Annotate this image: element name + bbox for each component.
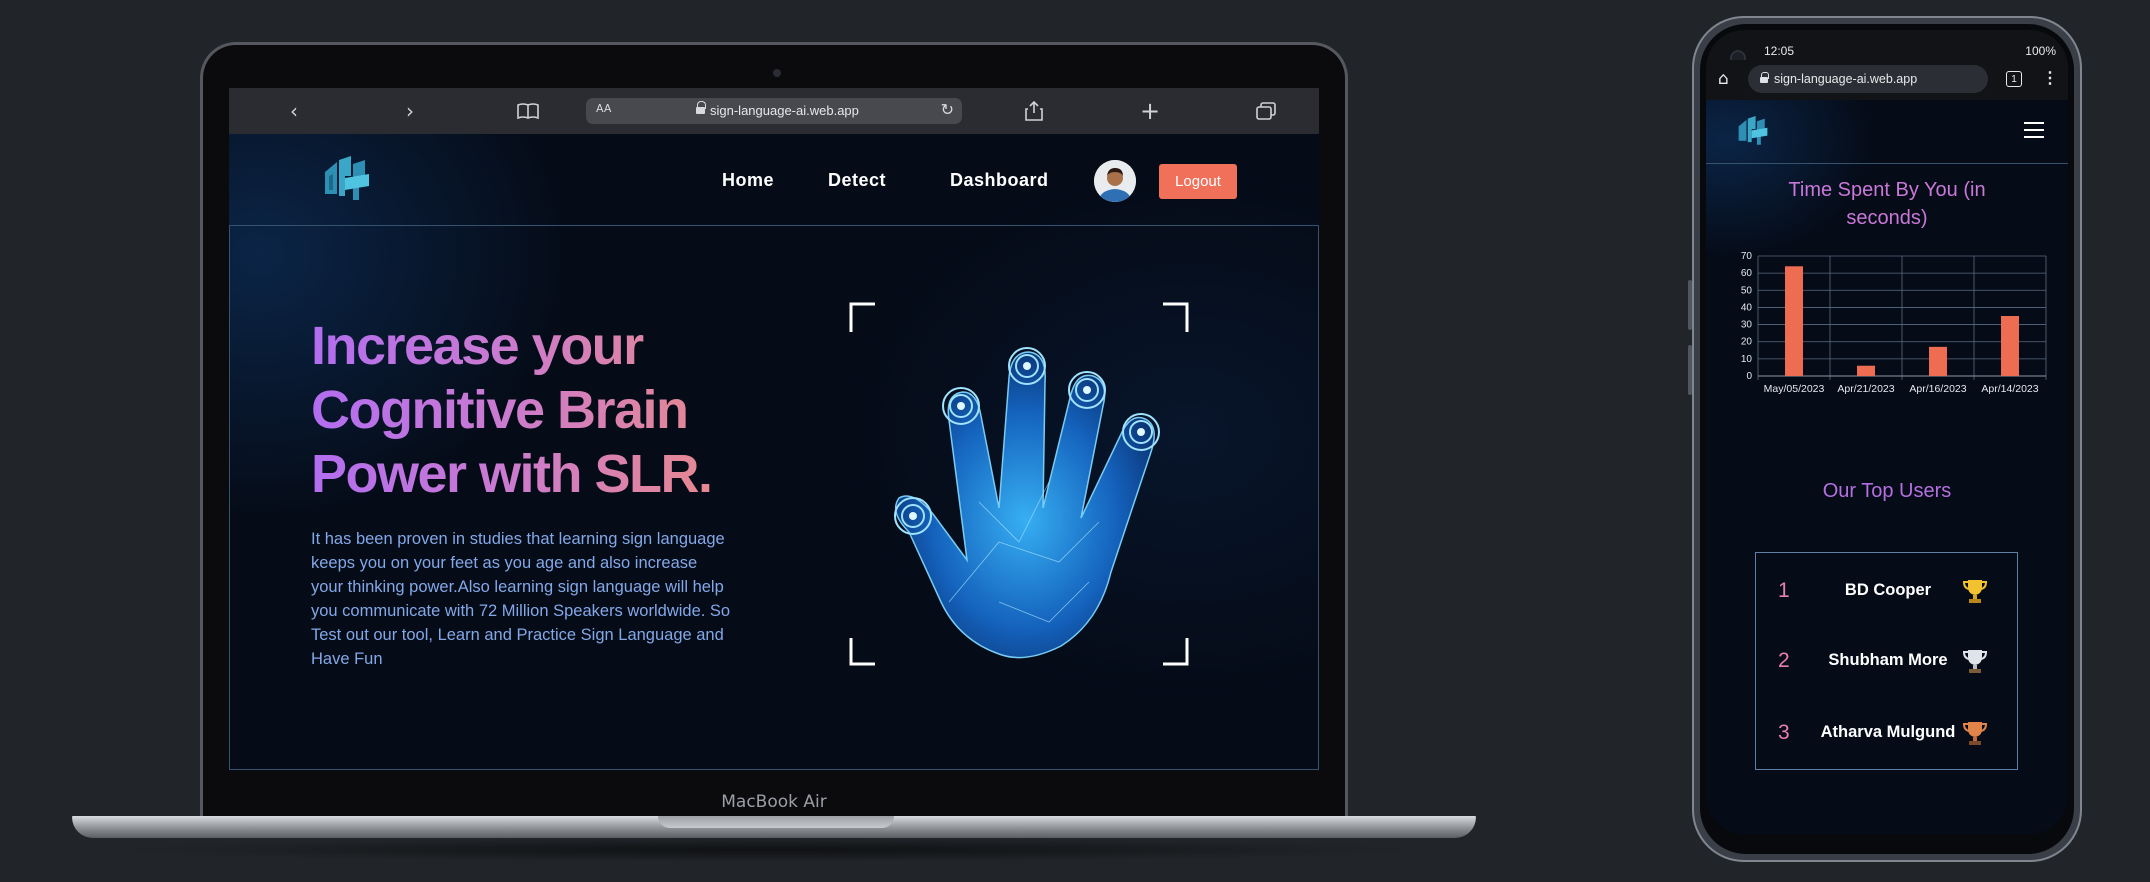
nav-detect[interactable]: Detect bbox=[828, 170, 886, 191]
laptop-shadow bbox=[110, 838, 1430, 862]
y-tick-label: 20 bbox=[1741, 337, 1753, 348]
leaderboard: 1 BD Cooper 2 Shubham More 3 Atharva Mul… bbox=[1755, 552, 2018, 770]
hero-description: It has been proven in studies that learn… bbox=[311, 530, 731, 668]
chart-title: Time Spent By You (in seconds) bbox=[1788, 179, 1986, 229]
lock-icon bbox=[696, 101, 706, 115]
mobile-browser-bar: ⌂ sign-language-ai.web.app 1 ⋮ bbox=[1706, 60, 2068, 100]
status-bar: 12:05 100% bbox=[1706, 30, 2068, 66]
chart-bar bbox=[1929, 346, 1947, 376]
hand-scan-illustration bbox=[849, 302, 1189, 666]
nav-home[interactable]: Home bbox=[722, 170, 774, 191]
y-tick-label: 30 bbox=[1741, 320, 1753, 331]
mockup-stage: ‹ › AA sign-language-ai.web.app ↻ + Home… bbox=[0, 0, 2150, 882]
mobile-site-header bbox=[1706, 100, 2068, 164]
top-users-title: Our Top Users bbox=[1822, 480, 1952, 502]
slr-logo-icon[interactable] bbox=[1736, 114, 1770, 148]
website-mobile: Time Spent By You (in seconds) 0 10 20 30 40… bbox=[1706, 100, 2068, 834]
tab-count-button[interactable]: 1 bbox=[2006, 71, 2022, 87]
laptop-model-label: MacBook Air bbox=[721, 792, 827, 812]
y-tick-label: 60 bbox=[1741, 268, 1753, 279]
url-text: sign-language-ai.web.app bbox=[710, 103, 859, 118]
tabs-icon[interactable] bbox=[1251, 88, 1281, 134]
leaderboard-row: 1 BD Cooper bbox=[1756, 571, 2019, 611]
x-tick-label: May/05/2023 bbox=[1764, 383, 1825, 395]
text-size-button[interactable]: AA bbox=[596, 102, 611, 115]
x-tick-label: Apr/21/2023 bbox=[1837, 383, 1894, 395]
chart-bar bbox=[1785, 266, 1803, 376]
y-tick-label: 50 bbox=[1741, 285, 1753, 296]
share-icon[interactable] bbox=[1019, 88, 1049, 134]
bookmarks-icon[interactable] bbox=[513, 88, 543, 134]
hero-title: Increase your Cognitive Brain Power with… bbox=[311, 314, 771, 506]
more-menu-icon[interactable]: ⋮ bbox=[2042, 68, 2058, 88]
user-avatar[interactable] bbox=[1094, 160, 1136, 202]
chart-bar bbox=[2001, 316, 2019, 376]
bronze-trophy-icon bbox=[1962, 722, 1988, 745]
hamburger-menu-icon[interactable] bbox=[2024, 122, 2044, 140]
leaderboard-row: 3 Atharva Mulgund bbox=[1756, 713, 2019, 753]
new-tab-icon[interactable]: + bbox=[1135, 88, 1165, 134]
user-name: Atharva Mulgund bbox=[1820, 723, 1956, 741]
y-tick-label: 70 bbox=[1741, 251, 1753, 262]
user-rank: 2 bbox=[1778, 649, 1790, 672]
user-name: BD Cooper bbox=[1844, 581, 1932, 599]
lock-icon bbox=[1760, 72, 1769, 84]
silver-trophy-icon bbox=[1962, 650, 1988, 673]
user-rank: 3 bbox=[1778, 721, 1790, 744]
chart-bar bbox=[1857, 365, 1875, 376]
laptop-screen: ‹ › AA sign-language-ai.web.app ↻ + Home… bbox=[229, 88, 1319, 770]
website-desktop: Home Detect Dashboard Logout Increase yo… bbox=[229, 134, 1319, 770]
x-tick-label: Apr/16/2023 bbox=[1909, 383, 1966, 395]
laptop-camera bbox=[773, 69, 781, 77]
phone-screen: 12:05 100% ⌂ sign-language-ai.web.app 1 … bbox=[1706, 30, 2068, 834]
address-bar[interactable]: AA sign-language-ai.web.app ↻ bbox=[586, 98, 962, 124]
home-icon[interactable]: ⌂ bbox=[1718, 69, 1729, 89]
gold-trophy-icon bbox=[1962, 580, 1988, 603]
laptop-bezel: MacBook Air bbox=[229, 788, 1319, 816]
slr-logo-icon[interactable] bbox=[321, 154, 373, 204]
forward-icon[interactable]: › bbox=[395, 88, 425, 134]
back-icon[interactable]: ‹ bbox=[279, 88, 309, 134]
mobile-url-text: sign-language-ai.web.app bbox=[1774, 72, 1918, 86]
leaderboard-row: 2 Shubham More bbox=[1756, 641, 2019, 681]
x-tick-label: Apr/14/2023 bbox=[1981, 383, 2038, 395]
safari-toolbar: ‹ › AA sign-language-ai.web.app ↻ + bbox=[229, 88, 1319, 134]
y-tick-label: 0 bbox=[1746, 371, 1752, 382]
nav-dashboard[interactable]: Dashboard bbox=[950, 170, 1049, 191]
user-name: Shubham More bbox=[1828, 651, 1948, 669]
battery-level: 100% bbox=[2025, 44, 2056, 58]
site-header: Home Detect Dashboard Logout bbox=[229, 134, 1319, 226]
user-rank: 1 bbox=[1778, 579, 1790, 602]
laptop-notch bbox=[658, 816, 894, 828]
status-time: 12:05 bbox=[1764, 44, 1795, 58]
reload-icon[interactable]: ↻ bbox=[941, 100, 954, 119]
mobile-address-bar[interactable]: sign-language-ai.web.app bbox=[1748, 65, 1988, 93]
y-tick-label: 40 bbox=[1741, 302, 1753, 313]
y-tick-label: 10 bbox=[1741, 354, 1753, 365]
logout-button[interactable]: Logout bbox=[1159, 164, 1237, 199]
time-spent-chart: 0 10 20 30 40 50 60 70 May/05/2023 Apr/21/2023 Apr… bbox=[1741, 251, 2047, 395]
